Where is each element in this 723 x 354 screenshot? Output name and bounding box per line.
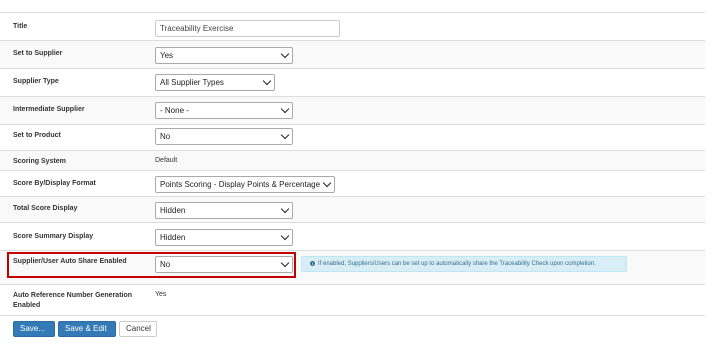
row-total-score-display: Total Score Display Hidden — [0, 196, 705, 222]
supplier-type-label: Supplier Type — [13, 78, 59, 85]
chevron-down-icon — [280, 204, 290, 214]
scoring-system-value: Default — [155, 157, 178, 164]
set-to-supplier-select[interactable]: Yes — [155, 47, 293, 64]
supplier-type-select[interactable]: All Supplier Types — [155, 74, 275, 91]
save-button-label: Save... — [20, 324, 45, 333]
total-score-display-value: Hidden — [160, 206, 186, 215]
row-title: Title Traceability Exercise — [0, 12, 705, 40]
row-set-to-supplier: Set to Supplier Yes — [0, 40, 705, 68]
row-auto-reference: Auto Reference Number Generation Enabled… — [0, 284, 705, 315]
scoring-system-label: Scoring System — [13, 158, 66, 165]
caret-down-icon — [24, 341, 28, 345]
save-button[interactable]: Save... — [13, 321, 55, 345]
total-score-display-label: Total Score Display — [13, 205, 78, 212]
chevron-down-icon — [262, 76, 272, 86]
intermediate-supplier-label: Intermediate Supplier — [13, 106, 85, 113]
set-to-supplier-value: Yes — [160, 51, 174, 60]
save-edit-button-label: Save & Edit — [65, 324, 107, 333]
score-format-label: Score By/Display Format — [13, 180, 96, 187]
info-icon: i — [310, 260, 315, 266]
caret-down-icon — [69, 341, 73, 345]
set-to-supplier-label: Set to Supplier — [13, 50, 63, 57]
set-to-product-value: No — [160, 132, 171, 141]
row-score-format: Score By/Display Format Points Scoring -… — [0, 170, 705, 196]
chevron-down-icon — [280, 49, 290, 59]
title-input[interactable]: Traceability Exercise — [155, 20, 340, 37]
auto-reference-label-line1: Auto Reference Number Generation — [13, 292, 133, 299]
row-supplier-type: Supplier Type All Supplier Types — [0, 68, 705, 96]
score-format-select[interactable]: Points Scoring - Display Points & Percen… — [155, 176, 335, 193]
chevron-down-icon — [280, 130, 290, 140]
auto-share-info-alert: i If enabled, Suppliers/Users can be set … — [301, 256, 627, 272]
chevron-down-icon — [322, 178, 332, 188]
chevron-down-icon — [280, 231, 290, 241]
auto-share-info-text: If enabled, Suppliers/Users can be set u… — [318, 261, 596, 267]
supplier-type-value: All Supplier Types — [160, 78, 224, 87]
highlight-box — [7, 252, 296, 278]
score-summary-display-label: Score Summary Display — [13, 233, 94, 240]
row-score-summary-display: Score Summary Display Hidden — [0, 222, 705, 250]
save-edit-button[interactable]: Save & Edit — [58, 321, 116, 345]
set-to-product-select[interactable]: No — [155, 128, 293, 145]
score-summary-display-value: Hidden — [160, 233, 186, 242]
auto-reference-label-line2: Enabled — [13, 302, 41, 309]
chevron-down-icon — [280, 104, 290, 114]
intermediate-supplier-value: - None - — [160, 106, 189, 115]
auto-reference-value: Yes — [155, 291, 167, 298]
score-format-value: Points Scoring - Display Points & Percen… — [160, 180, 321, 189]
intermediate-supplier-select[interactable]: - None - — [155, 102, 293, 119]
auto-reference-label: Auto Reference Number Generation Enabled — [13, 291, 132, 311]
total-score-display-select[interactable]: Hidden — [155, 202, 293, 219]
row-intermediate-supplier: Intermediate Supplier - None - — [0, 96, 705, 124]
row-set-to-product: Set to Product No — [0, 124, 705, 150]
row-scoring-system: Scoring System Default — [0, 150, 705, 170]
score-summary-display-select[interactable]: Hidden — [155, 229, 293, 246]
set-to-product-label: Set to Product — [13, 132, 61, 139]
title-label: Title — [13, 23, 28, 30]
cancel-button[interactable]: Cancel — [119, 321, 157, 337]
form-bottom-border — [0, 315, 705, 316]
